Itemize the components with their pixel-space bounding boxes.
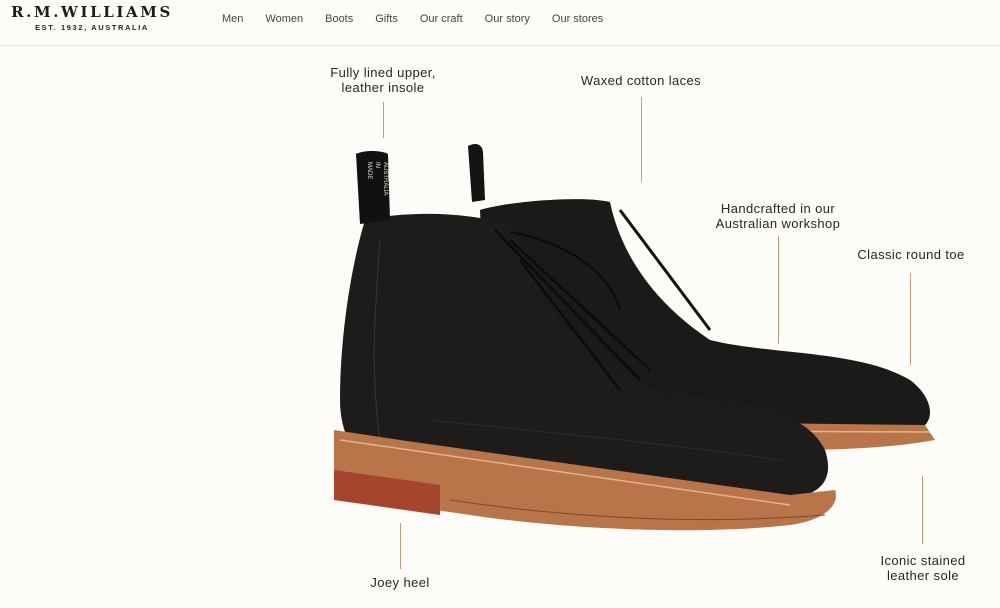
site-header: R.M.WILLIAMS EST. 1932, AUSTRALIA Men Wo… — [0, 0, 1000, 46]
leader-line-workshop — [778, 236, 779, 344]
brand-tagline: EST. 1932, AUSTRALIA — [35, 23, 149, 32]
nav-item-men[interactable]: Men — [222, 12, 243, 26]
callout-fully-lined-upper: Fully lined upper, leather insole — [318, 65, 448, 95]
pull-tab-australia: AUSTRALIA — [382, 162, 388, 195]
callout-waxed-laces: Waxed cotton laces — [566, 73, 716, 88]
leader-line-laces — [641, 97, 642, 182]
callout-laces-text: Waxed cotton laces — [580, 73, 702, 88]
brand-logo[interactable]: R.M.WILLIAMS EST. 1932, AUSTRALIA — [7, 3, 177, 33]
callout-sole-line2: leather sole — [886, 568, 959, 583]
callout-upper-line1: Fully lined upper, — [330, 65, 436, 80]
callout-sole-line1: Iconic stained — [880, 553, 966, 568]
callout-handcrafted: Handcrafted in our Australian workshop — [703, 201, 853, 231]
callout-joey-heel: Joey heel — [350, 575, 450, 590]
nav-item-gifts[interactable]: Gifts — [375, 12, 398, 26]
pull-tab-in: IN — [374, 162, 380, 168]
main-nav: Men Women Boots Gifts Our craft Our stor… — [222, 12, 625, 26]
leader-line-heel — [400, 523, 401, 569]
callout-workshop-line2: Australian workshop — [715, 216, 841, 231]
callout-heel-text: Joey heel — [370, 575, 430, 590]
pull-tab-made: MADE — [366, 162, 372, 179]
nav-item-our-craft[interactable]: Our craft — [420, 12, 463, 26]
nav-item-our-story[interactable]: Our story — [485, 12, 530, 26]
callout-workshop-line1: Handcrafted in our — [720, 201, 836, 216]
callout-round-toe: Classic round toe — [848, 247, 974, 262]
leader-line-upper — [383, 102, 384, 138]
leader-line-toe — [910, 273, 911, 365]
callout-stained-sole: Iconic stained leather sole — [866, 553, 980, 583]
boots-product-image: MADE IN AUSTRALIA — [334, 144, 935, 531]
nav-item-women[interactable]: Women — [265, 12, 303, 26]
nav-item-boots[interactable]: Boots — [325, 12, 353, 26]
callout-toe-text: Classic round toe — [857, 247, 965, 262]
callout-upper-line2: leather insole — [341, 80, 425, 95]
brand-name: R.M.WILLIAMS — [11, 3, 173, 21]
leader-line-sole — [922, 476, 923, 544]
nav-item-our-stores[interactable]: Our stores — [552, 12, 603, 26]
